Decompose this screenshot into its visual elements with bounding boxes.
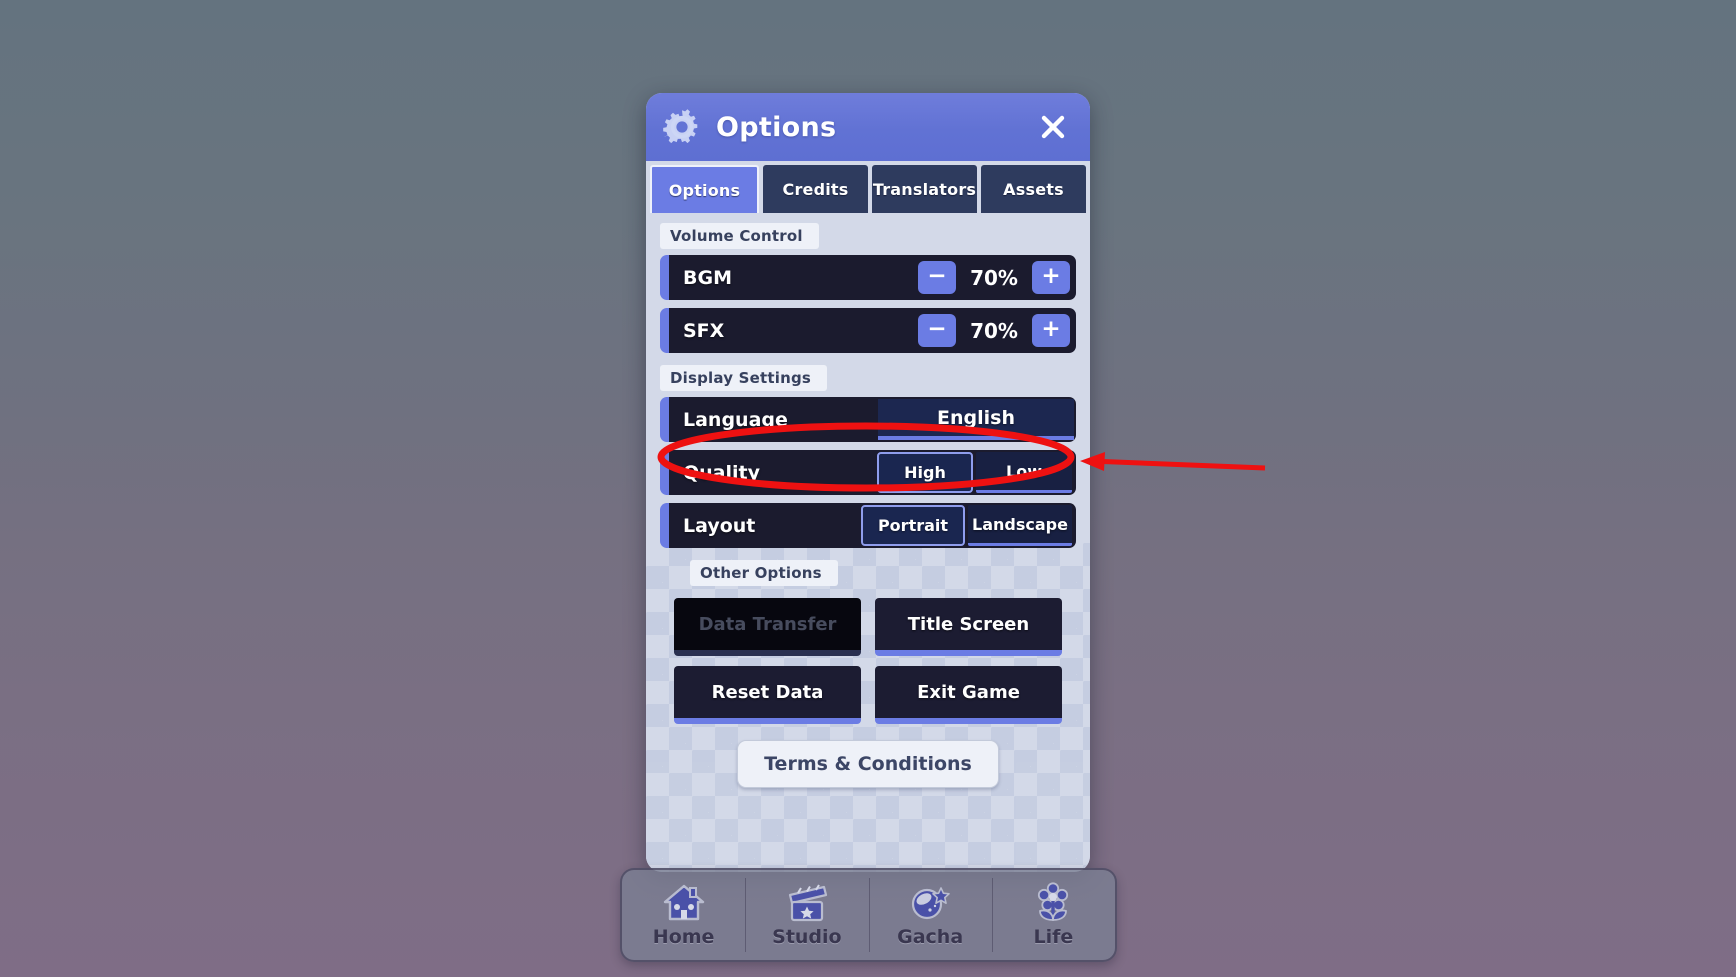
layout-choice-group: Portrait Landscape [861, 505, 1074, 546]
tab-credits[interactable]: Credits [763, 165, 868, 213]
flower-icon [1031, 882, 1075, 924]
annotation-arrow-line [1089, 458, 1266, 471]
section-label-other: Other Options [690, 560, 838, 586]
nav-item-gacha[interactable]: Gacha [868, 870, 992, 960]
bgm-decrease-button[interactable]: − [918, 261, 956, 294]
dialog-title: Options [716, 111, 837, 143]
sfx-decrease-button[interactable]: − [918, 314, 956, 347]
quality-choice-group: High Low [877, 452, 1074, 493]
terms-and-conditions-button[interactable]: Terms & Conditions [737, 740, 999, 788]
sfx-stepper: − 70% + [918, 314, 1074, 347]
layout-option-portrait[interactable]: Portrait [861, 505, 965, 546]
bgm-increase-button[interactable]: + [1032, 261, 1070, 294]
nav-item-life[interactable]: Life [991, 870, 1115, 960]
quality-option-low[interactable]: Low [976, 452, 1072, 493]
tab-bar: Options Credits Translators Assets [646, 161, 1090, 213]
bgm-label: BGM [683, 266, 732, 289]
house-icon [662, 882, 706, 924]
data-transfer-button: Data Transfer [674, 598, 861, 656]
sfx-increase-button[interactable]: + [1032, 314, 1070, 347]
bottom-navigation-bar: Home Studio Gacha Life [620, 868, 1117, 962]
nav-label: Studio [772, 926, 842, 948]
close-icon[interactable] [1034, 108, 1072, 146]
terms-row: Terms & Conditions [660, 740, 1076, 788]
language-value-button[interactable]: English [878, 399, 1074, 440]
setting-row-layout: Layout Portrait Landscape [660, 503, 1076, 548]
tab-options[interactable]: Options [650, 165, 759, 213]
nav-label: Home [652, 926, 715, 948]
options-dialog: Options Options Credits Translators Asse… [646, 93, 1090, 872]
exit-game-button[interactable]: Exit Game [875, 666, 1062, 724]
sfx-value: 70% [970, 318, 1018, 343]
setting-row-quality: Quality High Low [660, 450, 1076, 495]
bgm-value: 70% [970, 265, 1018, 290]
tab-label: Options [668, 180, 741, 200]
layout-option-landscape[interactable]: Landscape [968, 505, 1072, 546]
other-options-grid: Data Transfer Title Screen Reset Data Ex… [660, 598, 1076, 724]
clapperboard-icon [785, 882, 829, 924]
dialog-header: Options [646, 93, 1090, 161]
gear-icon [662, 107, 702, 147]
nav-item-home[interactable]: Home [622, 870, 745, 960]
language-label: Language [683, 408, 788, 431]
nav-label: Gacha [897, 926, 964, 948]
tab-label: Assets [1003, 179, 1064, 199]
setting-row-bgm: BGM − 70% + [660, 255, 1076, 300]
quality-label: Quality [683, 461, 760, 484]
setting-row-sfx: SFX − 70% + [660, 308, 1076, 353]
quality-option-high[interactable]: High [877, 452, 973, 493]
nav-label: Life [1033, 926, 1074, 948]
gacha-ball-icon [908, 882, 952, 924]
bgm-stepper: − 70% + [918, 261, 1074, 294]
title-screen-button[interactable]: Title Screen [875, 598, 1062, 656]
tab-assets[interactable]: Assets [981, 165, 1086, 213]
tab-label: Credits [782, 179, 849, 199]
tab-label: Translators [872, 179, 977, 199]
reset-data-button[interactable]: Reset Data [674, 666, 861, 724]
section-label-volume: Volume Control [660, 223, 819, 249]
layout-label: Layout [683, 514, 756, 537]
tab-translators[interactable]: Translators [872, 165, 977, 213]
sfx-label: SFX [683, 319, 725, 342]
section-label-display: Display Settings [660, 365, 828, 391]
setting-row-language: Language English [660, 397, 1076, 442]
nav-item-studio[interactable]: Studio [745, 870, 868, 960]
settings-scroll-area[interactable]: Volume Control BGM − 70% + SFX − 70% + D… [646, 213, 1090, 872]
